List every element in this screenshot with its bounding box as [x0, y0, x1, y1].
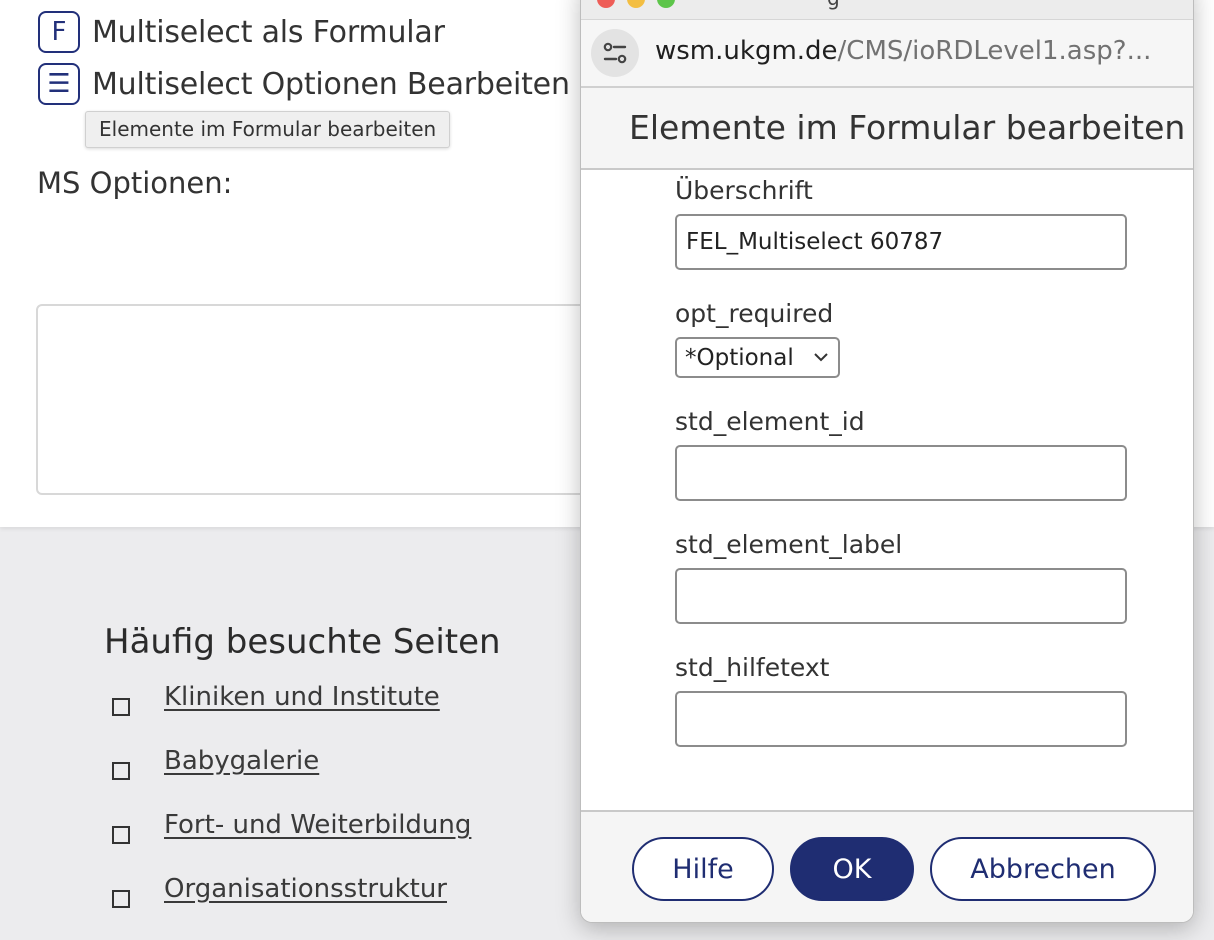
heading-input[interactable]: [675, 214, 1127, 270]
required-select-value: *Optional: [685, 344, 794, 371]
cancel-button[interactable]: Abbrechen: [930, 837, 1156, 901]
minimize-window-icon[interactable]: [627, 0, 645, 8]
form-icon[interactable]: F: [38, 11, 80, 53]
help-text-label: std_hilfetext: [675, 653, 830, 682]
frequent-pages-title: Häufig besuchte Seiten: [104, 622, 501, 662]
element-label-input[interactable]: [675, 568, 1127, 624]
window-titlebar[interactable]: g: [581, 0, 1193, 20]
help-text-input[interactable]: [675, 691, 1127, 747]
ms-options-box: [36, 304, 636, 495]
element-id-label: std_element_id: [675, 407, 865, 436]
multiselect-options-tool[interactable]: ☰ Multiselect Optionen Bearbeiten: [38, 63, 570, 105]
close-window-icon[interactable]: [597, 0, 615, 8]
url-text[interactable]: wsm.ukgm.de/CMS/ioRDLevel1.asp?...: [655, 36, 1151, 66]
list-item: Organisationsstruktur: [112, 874, 471, 938]
url-host: wsm.ukgm.de: [655, 36, 838, 66]
element-id-input[interactable]: [675, 445, 1127, 501]
square-bullet-icon: [112, 762, 130, 780]
zoom-window-icon[interactable]: [657, 0, 675, 8]
url-path: /CMS/ioRDLevel1.asp?...: [837, 36, 1152, 66]
help-button[interactable]: Hilfe: [632, 837, 774, 901]
heading-label: Überschrift: [675, 176, 813, 205]
window-title: g: [827, 0, 840, 10]
link-babygalerie[interactable]: Babygalerie: [164, 746, 319, 776]
link-organisation[interactable]: Organisationsstruktur: [164, 874, 447, 904]
ok-button[interactable]: OK: [790, 837, 914, 901]
element-label-label: std_element_label: [675, 530, 903, 559]
dialog-header: Elemente im Formular bearbeiten: [581, 88, 1193, 170]
ms-options-label: MS Optionen:: [37, 166, 233, 200]
square-bullet-icon: [112, 826, 130, 844]
multiselect-form-tool[interactable]: F Multiselect als Formular: [38, 11, 445, 53]
square-bullet-icon: [112, 698, 130, 716]
frequent-pages-list: Kliniken und Institute Babygalerie Fort-…: [112, 682, 471, 938]
list-item: Kliniken und Institute: [112, 682, 471, 746]
tooltip: Elemente im Formular bearbeiten: [85, 111, 451, 148]
list-item: Babygalerie: [112, 746, 471, 810]
required-select[interactable]: *Optional: [675, 337, 840, 378]
list-icon[interactable]: ☰: [38, 63, 80, 105]
site-settings-icon[interactable]: [591, 29, 639, 77]
multiselect-options-label[interactable]: Multiselect Optionen Bearbeiten: [92, 67, 570, 102]
chevron-down-icon: [814, 353, 828, 362]
list-item: Fort- und Weiterbildung: [112, 810, 471, 874]
multiselect-form-label[interactable]: Multiselect als Formular: [92, 15, 445, 50]
link-fortbildung[interactable]: Fort- und Weiterbildung: [164, 810, 471, 840]
required-label: opt_required: [675, 299, 834, 328]
dialog-footer: Hilfe OK Abbrechen: [581, 810, 1193, 922]
popup-window: g wsm.ukgm.de/CMS/ioRDLevel1.asp?... Ele…: [580, 0, 1194, 923]
url-bar: wsm.ukgm.de/CMS/ioRDLevel1.asp?...: [581, 20, 1193, 88]
dialog-title: Elemente im Formular bearbeiten: [629, 108, 1186, 147]
link-kliniken[interactable]: Kliniken und Institute: [164, 682, 440, 712]
square-bullet-icon: [112, 890, 130, 908]
